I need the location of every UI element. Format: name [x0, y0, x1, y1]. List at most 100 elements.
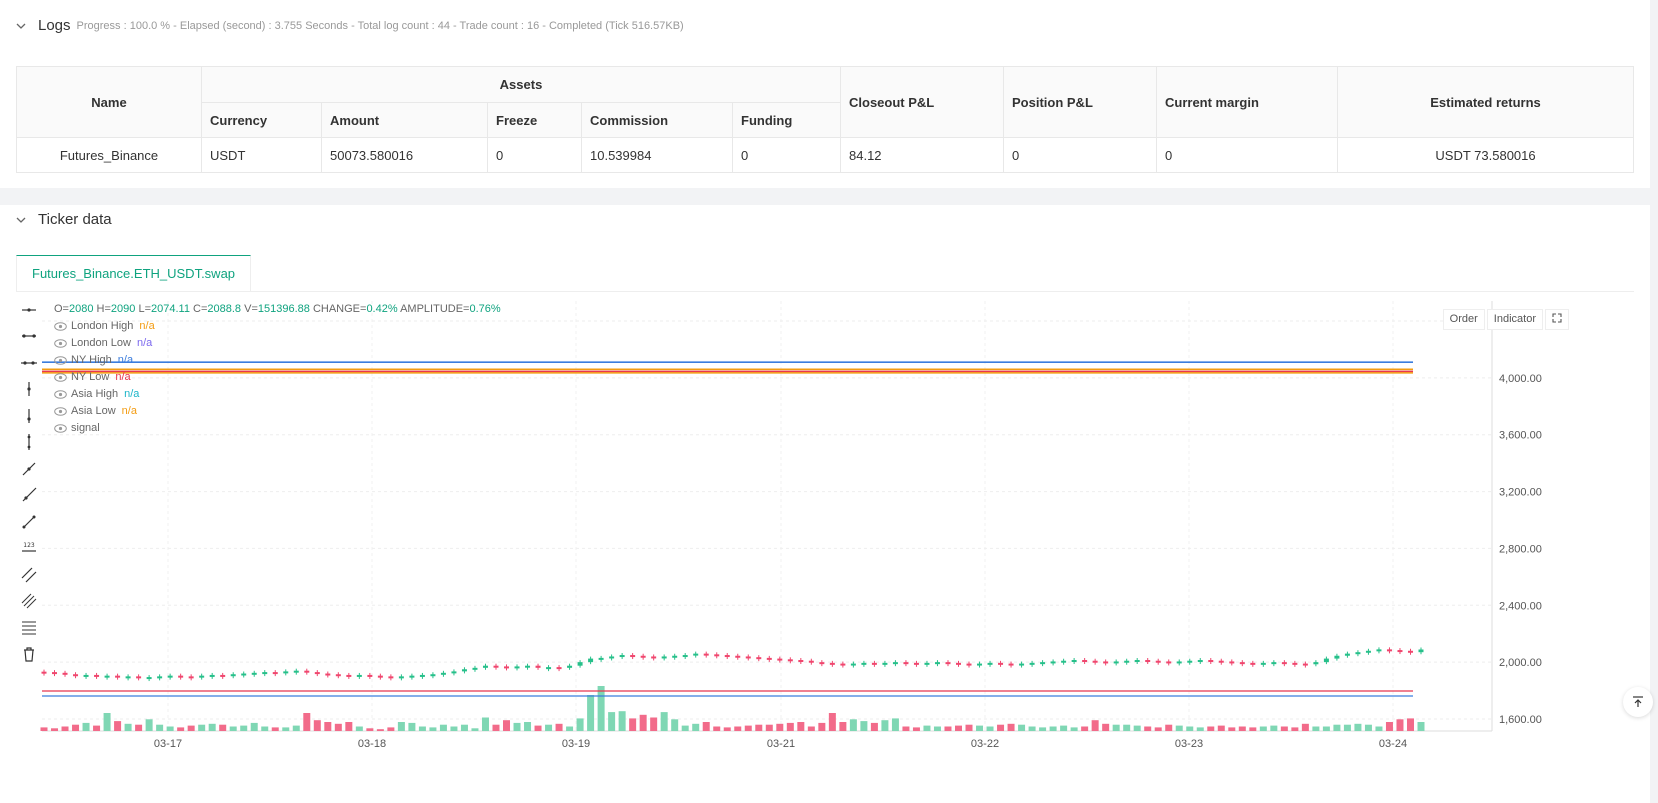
eye-icon[interactable]: [54, 423, 67, 433]
volume-bar: [82, 722, 90, 731]
candle: [640, 655, 646, 658]
volume-bar: [744, 725, 752, 731]
legend-ny-high[interactable]: NY High n/a: [54, 354, 133, 366]
volume-bar: [208, 723, 216, 731]
candle: [1418, 649, 1424, 653]
volume-bar: [61, 726, 69, 731]
candle: [661, 656, 667, 659]
eye-icon[interactable]: [54, 321, 67, 331]
y-tick-label: 1,600.00: [1499, 714, 1542, 726]
candle: [682, 655, 688, 658]
volume-bar: [1375, 726, 1383, 731]
volume-bar: [807, 726, 815, 731]
candle: [1323, 658, 1329, 663]
eye-icon[interactable]: [54, 338, 67, 348]
candle: [1407, 650, 1413, 653]
candle: [430, 674, 436, 677]
volume-bar: [103, 713, 111, 731]
candle: [514, 666, 520, 669]
volume-bar: [114, 721, 122, 731]
volume-bar: [40, 727, 48, 731]
candle: [1166, 661, 1172, 664]
volume-bar: [954, 725, 962, 731]
cell-name: Futures_Binance: [16, 137, 202, 173]
volume-bar: [492, 724, 500, 731]
scroll-to-top-button[interactable]: [1623, 687, 1653, 717]
y-tick-label: 2,400.00: [1499, 600, 1542, 612]
volume-bar: [1102, 723, 1110, 731]
col-margin: Current margin: [1156, 66, 1338, 138]
candle: [619, 655, 625, 658]
volume-bar: [135, 724, 143, 731]
eye-icon[interactable]: [54, 372, 67, 382]
candle: [1302, 663, 1308, 666]
legend-ny-low[interactable]: NY Low n/a: [54, 371, 131, 383]
candle: [472, 667, 478, 670]
volume-bar: [261, 726, 269, 731]
chevron-down-icon[interactable]: [16, 215, 26, 225]
candle: [1124, 660, 1130, 663]
candle: [714, 654, 720, 657]
volume-bar: [1091, 720, 1099, 731]
volume-bar: [1060, 725, 1068, 731]
candle: [73, 674, 79, 677]
candle: [588, 658, 594, 663]
volume-bar: [1364, 724, 1372, 731]
eye-icon[interactable]: [54, 389, 67, 399]
volume-bar: [587, 695, 595, 731]
legend-london-high[interactable]: London High n/a: [54, 320, 155, 332]
chevron-down-icon[interactable]: [16, 21, 26, 31]
cell-funding: 0: [732, 137, 841, 173]
candle: [1281, 662, 1287, 665]
price-chart[interactable]: 4,400.004,000.003,600.003,200.002,800.00…: [16, 301, 1634, 803]
volume-bar: [639, 714, 647, 731]
chart-area[interactable]: 123 4,400.004,000.003,600.003,200.002,80…: [16, 301, 1634, 803]
candle: [409, 675, 415, 678]
fullscreen-button[interactable]: [1545, 309, 1569, 330]
candle: [283, 671, 289, 674]
volume-bar: [576, 718, 584, 731]
legend-asia-low[interactable]: Asia Low n/a: [54, 405, 137, 417]
volume-bar: [902, 726, 910, 731]
logs-meta: Progress : 100.0 % - Elapsed (second) : …: [76, 19, 684, 32]
logs-header[interactable]: Logs Progress : 100.0 % - Elapsed (secon…: [16, 17, 684, 34]
legend-asia-high[interactable]: Asia High n/a: [54, 388, 139, 400]
col-name: Name: [16, 66, 202, 138]
col-assets: Assets: [201, 66, 841, 103]
eye-icon[interactable]: [54, 406, 67, 416]
candle: [262, 672, 268, 675]
x-tick-label: 03-24: [1379, 738, 1407, 750]
ohlc-readout: O=2080 H=2090 L=2074.11 C=2088.8 V=15139…: [54, 303, 501, 315]
candle: [630, 655, 636, 658]
arrow-up-icon: [1633, 696, 1643, 707]
candle: [1040, 662, 1046, 665]
cell-currency: USDT: [201, 137, 322, 173]
volume-bar: [418, 726, 426, 731]
legend-signal[interactable]: signal: [54, 422, 100, 434]
ticker-header[interactable]: Ticker data: [16, 211, 112, 228]
volume-bar: [408, 722, 416, 731]
candle: [861, 662, 867, 665]
indicator-button[interactable]: Indicator: [1486, 309, 1543, 330]
candle: [115, 675, 121, 678]
assets-table: Name Assets Closeout P&L Position P&L Cu…: [16, 66, 1634, 173]
legend-london-low[interactable]: London Low n/a: [54, 337, 152, 349]
candle: [567, 665, 573, 668]
volume-bar: [860, 721, 868, 731]
candle: [1050, 661, 1056, 664]
eye-icon[interactable]: [54, 355, 67, 365]
candle: [703, 653, 709, 656]
volume-bar: [629, 718, 637, 731]
candle: [871, 662, 877, 665]
candle: [556, 667, 562, 670]
candle: [1197, 660, 1203, 663]
tab-eth-usdt-swap[interactable]: Futures_Binance.ETH_USDT.swap: [16, 255, 252, 291]
volume-bar: [156, 724, 164, 731]
cell-amount: 50073.580016: [321, 137, 488, 173]
cell-position: 0: [1003, 137, 1157, 173]
volume-bar: [597, 686, 605, 731]
volume-bar: [1070, 727, 1078, 731]
logs-title: Logs: [38, 17, 71, 34]
y-tick-label: 4,000.00: [1499, 373, 1542, 385]
order-button[interactable]: Order: [1442, 309, 1485, 330]
